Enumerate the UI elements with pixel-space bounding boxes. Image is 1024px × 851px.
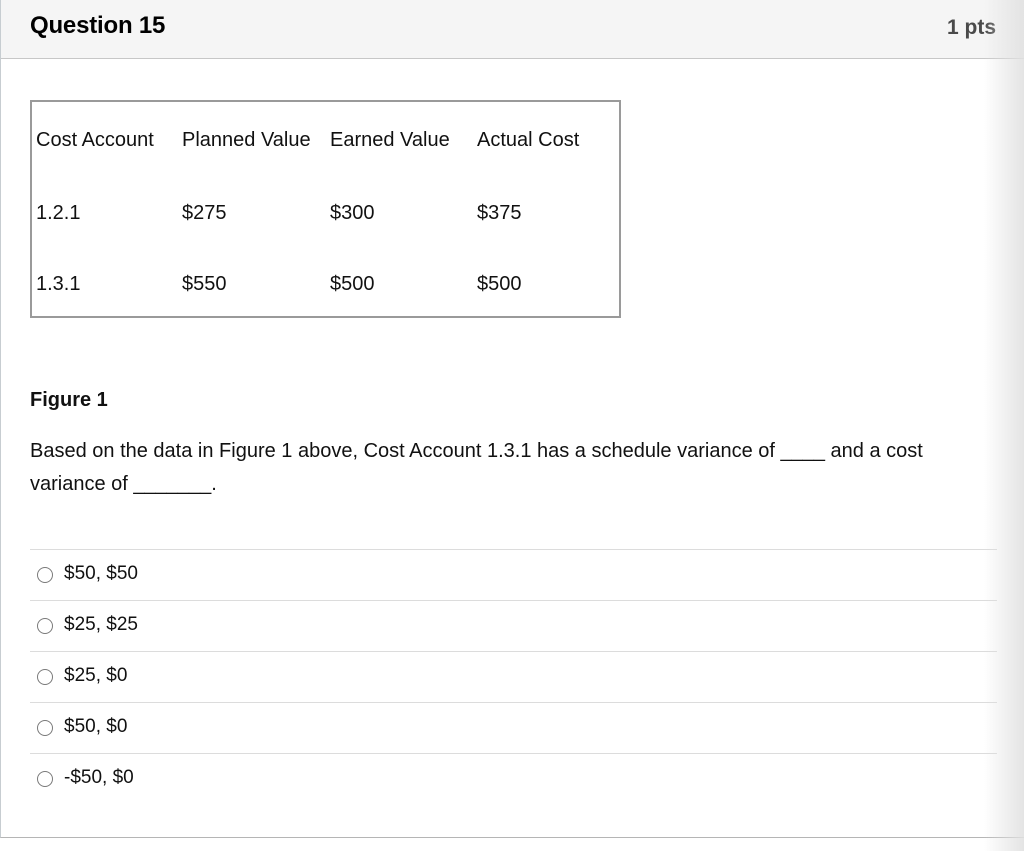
table-header-cell: Earned Value — [330, 128, 450, 151]
answer-label[interactable]: $50, $0 — [64, 716, 127, 738]
cost-table: Cost Account Planned Value Earned Value … — [36, 102, 617, 320]
table-cell: $550 — [182, 273, 227, 295]
answer-label[interactable]: $25, $0 — [64, 665, 127, 687]
table-cell: $275 — [182, 202, 227, 224]
figure-label: Figure 1 — [30, 389, 108, 411]
table-cell: 1.2.1 — [36, 202, 81, 224]
radio-button[interactable] — [37, 720, 53, 736]
table-cell: $500 — [330, 273, 375, 295]
answer-option[interactable]: $50, $0 — [30, 702, 997, 753]
answer-option[interactable]: -$50, $0 — [30, 753, 997, 804]
question-points: 1 pts — [946, 16, 996, 39]
answer-option[interactable]: $25, $0 — [30, 651, 997, 702]
answer-label[interactable]: $25, $25 — [64, 614, 138, 636]
answer-label[interactable]: -$50, $0 — [64, 767, 134, 789]
table-cell: $500 — [477, 273, 522, 295]
question-header: Question 15 1 pts — [1, 0, 1024, 59]
radio-button[interactable] — [37, 567, 53, 583]
table-cell: 1.3.1 — [36, 273, 81, 295]
table-header-cell: Actual Cost — [477, 128, 580, 151]
question-text: Based on the data in Figure 1 above, Cos… — [30, 440, 923, 495]
table-cell: $375 — [477, 202, 522, 224]
answer-option[interactable]: $25, $25 — [30, 600, 997, 651]
table-header-cell: Planned Value — [182, 128, 311, 151]
radio-button[interactable] — [37, 771, 53, 787]
answer-option[interactable]: $50, $50 — [30, 549, 997, 600]
radio-button[interactable] — [37, 618, 53, 634]
answer-list: $50, $50 $25, $25 $25, $0 $50, $0 -$50, … — [30, 549, 997, 804]
radio-button[interactable] — [37, 669, 53, 685]
table-row: 1.3.1 $550 $500 $500 — [36, 249, 617, 320]
table-header-row: Cost Account Planned Value Earned Value … — [36, 102, 617, 178]
figure-table: Cost Account Planned Value Earned Value … — [30, 100, 621, 318]
question-card: Question 15 1 pts Cost Account Planned V… — [0, 0, 1024, 838]
table-cell: $300 — [330, 202, 375, 224]
answer-label[interactable]: $50, $50 — [64, 563, 138, 585]
table-row: 1.2.1 $275 $300 $375 — [36, 178, 617, 249]
table-header-cell: Cost Account — [36, 128, 154, 151]
question-title: Question 15 — [30, 12, 166, 39]
